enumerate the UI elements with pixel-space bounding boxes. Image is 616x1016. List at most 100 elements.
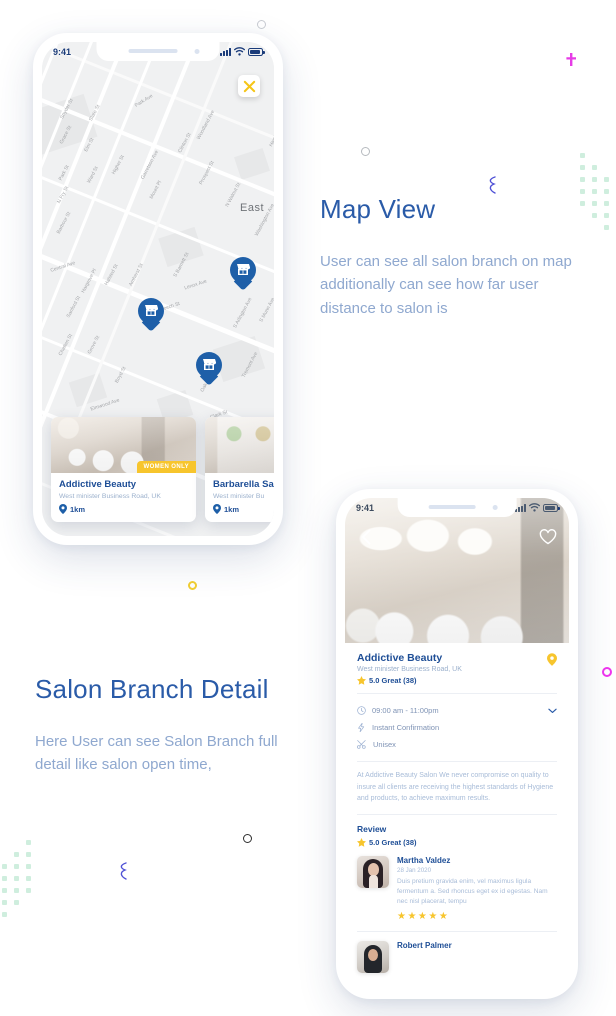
scissors-icon	[357, 740, 366, 749]
favorite-button[interactable]	[537, 526, 559, 548]
close-x-icon	[243, 80, 255, 92]
storefront-icon	[237, 264, 250, 275]
salon-detail-body: Here User can see Salon Branch full deta…	[35, 733, 278, 774]
salon-card-list[interactable]: WOMEN ONLY Addictive Beauty West ministe…	[51, 417, 274, 522]
ring-yellow-decoration	[188, 581, 197, 590]
status-time: 9:41	[356, 502, 375, 513]
ring-dark-decoration	[243, 834, 252, 843]
detail-phone-mockup: Addictive Beauty West minister Business …	[336, 489, 578, 999]
dotgrid-green-right-decoration	[580, 153, 616, 243]
storefront-icon	[203, 359, 216, 370]
salon-card-address: West minister Business Road, UK	[59, 493, 161, 500]
status-time: 9:41	[53, 46, 72, 57]
info-row-unisex-label: Unisex	[373, 740, 396, 749]
salon-pin-3[interactable]	[196, 352, 222, 386]
salon-title: Addictive Beauty	[357, 652, 443, 664]
info-row-instant-confirmation-label: Instant Confirmation	[372, 723, 440, 732]
salon-card-body: Barbarella Sa West minister Bu 1km	[205, 473, 274, 522]
street-label: Lenox Ave	[183, 278, 208, 292]
location-pin-icon	[547, 653, 557, 666]
review-author: Robert Palmer	[397, 941, 452, 951]
dotgrid-green-left-decoration	[2, 840, 38, 930]
divider	[357, 931, 557, 933]
review-summary-row: 5.0 Great (38)	[357, 837, 557, 847]
street-label: Amherst St	[127, 262, 145, 288]
salon-card-distance: 1km	[224, 504, 240, 514]
phone-notch	[397, 498, 517, 517]
info-row-hours[interactable]: 09:00 am - 11:00pm	[357, 702, 557, 719]
salon-card-distance-row: 1km	[59, 504, 188, 514]
salon-card-distance: 1km	[70, 504, 86, 514]
ring-grey-top-decoration	[257, 20, 266, 29]
street-label: Slate St	[87, 103, 102, 123]
women-only-badge: WOMEN ONLY	[136, 461, 196, 473]
salon-detail-headline: Salon Branch Detail	[35, 674, 269, 704]
salon-thumbnail	[205, 417, 274, 473]
battery-icon	[248, 47, 265, 56]
ring-magenta-decoration	[602, 667, 612, 677]
salon-pin-1[interactable]	[230, 257, 256, 291]
screenshot-root: East Snyder St Slate St Grace St Elm St …	[0, 0, 616, 1016]
salon-card-title: Barbarella Sa	[213, 479, 274, 490]
close-map-button[interactable]	[238, 75, 260, 97]
info-row-hours-label: 09:00 am - 11:00pm	[372, 706, 439, 715]
review-stars: ★★★★★	[397, 911, 450, 923]
salon-card-distance-row: 1km	[213, 504, 274, 514]
chevron-down-icon[interactable]	[548, 708, 557, 714]
street-label: N Fry St	[56, 185, 71, 205]
salon-rating-row: 5.0 Great (38)	[357, 676, 557, 685]
map-phone-screen: East Snyder St Slate St Grace St Elm St …	[42, 42, 274, 536]
squiggle-blue-top-decoration	[489, 176, 496, 194]
salon-location-button[interactable]	[547, 653, 557, 671]
cross-magenta-decoration	[566, 53, 576, 66]
street-label: S Munn Ave	[258, 296, 274, 324]
review-author: Martha Valdez	[397, 855, 451, 865]
battery-icon	[543, 503, 560, 512]
salon-thumbnail: WOMEN ONLY	[51, 417, 196, 473]
cellular-bars-icon	[515, 503, 526, 512]
star-icon	[357, 837, 366, 847]
wifi-icon	[234, 47, 245, 56]
street-label: Barbour St	[55, 211, 73, 235]
map-phone-mockup: East Snyder St Slate St Grace St Elm St …	[33, 33, 283, 545]
ring-grey-mid-decoration	[361, 147, 370, 156]
street-label: Sanford St	[65, 295, 83, 319]
user-avatar	[357, 941, 389, 974]
street-label: Ward St	[86, 165, 100, 185]
salon-address: West minister Business Road, UK	[357, 666, 462, 673]
salon-description: At Addictive Beauty Salon We never compr…	[357, 772, 554, 803]
street-label: S Arlington Ave	[232, 296, 254, 330]
salon-card[interactable]: WOMEN ONLY Addictive Beauty West ministe…	[51, 417, 196, 522]
salon-rating-text: 5.0 Great (38)	[369, 676, 417, 685]
storefront-icon	[145, 305, 158, 316]
back-button[interactable]	[355, 526, 377, 548]
heart-icon	[539, 529, 557, 545]
map-region-label: East	[240, 202, 265, 214]
star-icon	[357, 676, 366, 685]
squiggle-blue-bottom-decoration	[120, 862, 127, 880]
lightning-icon	[358, 723, 365, 732]
street-label: Higher St	[110, 154, 126, 176]
salon-card-address: West minister Bu	[213, 493, 265, 500]
phone-notch	[96, 42, 220, 61]
wifi-icon	[529, 503, 540, 512]
review-content: Martha Valdez 28 Jan 2020 Duis pretium g…	[397, 856, 557, 923]
salon-pin-2[interactable]	[138, 298, 164, 332]
salon-card-body: Addictive Beauty West minister Business …	[51, 473, 196, 522]
info-row-instant-confirmation: Instant Confirmation	[357, 719, 557, 736]
salon-card[interactable]: Barbarella Sa West minister Bu 1km	[205, 417, 274, 522]
review-item: Martha Valdez 28 Jan 2020 Duis pretium g…	[357, 855, 557, 923]
map-view-body: User can see all salon branch on map add…	[320, 253, 572, 317]
street-label: Grove St	[86, 334, 102, 356]
divider	[357, 761, 557, 762]
salon-hero-image	[345, 498, 569, 643]
map-view-headline: Map View	[320, 194, 436, 224]
divider	[357, 813, 557, 815]
detail-phone-screen: Addictive Beauty West minister Business …	[345, 498, 569, 990]
review-item: Robert Palmer	[357, 941, 557, 974]
review-date: 28 Jan 2020	[397, 866, 432, 874]
review-text: Duis pretium gravida enim, vel maximus l…	[397, 877, 548, 906]
review-content: Robert Palmer	[397, 941, 557, 973]
salon-card-title: Addictive Beauty	[59, 479, 137, 490]
location-pin-icon	[213, 504, 221, 514]
